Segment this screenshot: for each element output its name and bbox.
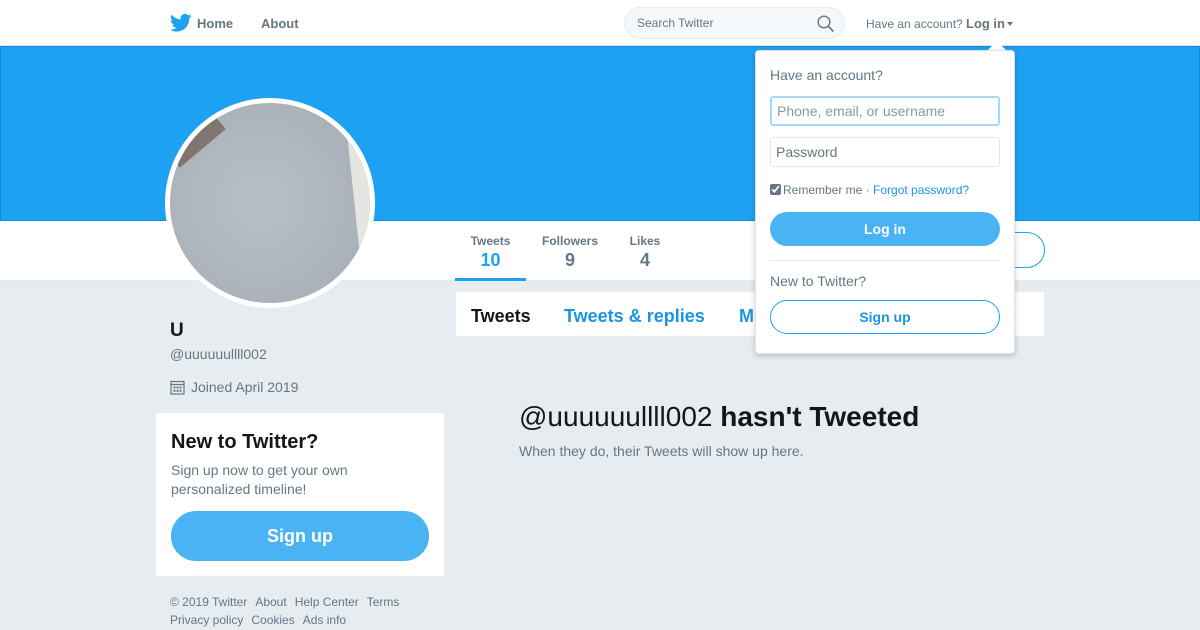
- login-button[interactable]: Log in: [770, 212, 1000, 246]
- tab-media[interactable]: M: [739, 306, 754, 327]
- calendar-icon: [170, 380, 185, 395]
- login-dropdown-toggle[interactable]: Log in: [966, 16, 1013, 31]
- dropdown-divider: [770, 260, 1000, 261]
- empty-timeline-subtitle: When they do, their Tweets will show up …: [519, 443, 804, 459]
- footer-terms-link[interactable]: Terms: [367, 595, 400, 609]
- profile-handle[interactable]: @uuuuuullll002: [170, 346, 267, 362]
- stat-likes-value[interactable]: 4: [620, 250, 670, 271]
- footer-links: © 2019 Twitter About Help Center Terms Priva…: [170, 593, 450, 629]
- remember-separator: ·: [862, 183, 874, 197]
- search-input[interactable]: [637, 16, 807, 30]
- tab-tweets-replies[interactable]: Tweets & replies: [564, 306, 705, 327]
- have-account-text: Have an account?: [866, 17, 963, 31]
- profile-avatar[interactable]: [165, 98, 375, 308]
- footer-copyright: © 2019 Twitter: [170, 595, 248, 609]
- joined-text: Joined April 2019: [191, 379, 299, 395]
- twitter-bird-icon[interactable]: [170, 13, 192, 33]
- dropdown-signup-button[interactable]: Sign up: [770, 300, 1000, 334]
- stat-followers[interactable]: Followers 9: [535, 234, 605, 271]
- tab-tweets[interactable]: Tweets: [471, 306, 531, 327]
- stat-likes-label[interactable]: Likes: [620, 234, 670, 248]
- dropdown-new-to-twitter: New to Twitter?: [770, 273, 867, 289]
- top-nav: Home About Have an account? Log in: [0, 0, 1200, 46]
- empty-timeline-title-text: hasn't Tweeted: [720, 401, 920, 432]
- remember-me-row: Remember me · Forgot password?: [770, 183, 969, 197]
- nav-home-link[interactable]: Home: [197, 16, 233, 31]
- caret-down-icon[interactable]: [1007, 21, 1013, 26]
- stat-followers-value[interactable]: 9: [535, 250, 605, 271]
- signup-card-text: Sign up now to get your own personalized…: [171, 462, 348, 497]
- empty-timeline-handle: @uuuuuullll002: [519, 401, 713, 432]
- avatar-image[interactable]: [170, 103, 370, 303]
- username-field[interactable]: [770, 96, 1000, 126]
- footer-about-link[interactable]: About: [255, 595, 286, 609]
- stat-likes[interactable]: Likes 4: [620, 234, 670, 271]
- stat-tweets-value[interactable]: 10: [455, 250, 526, 271]
- empty-timeline-title: @uuuuuullll002 hasn't Tweeted: [519, 401, 919, 433]
- footer-cookies-link[interactable]: Cookies: [251, 613, 294, 627]
- footer-privacy-link[interactable]: Privacy policy: [170, 613, 243, 627]
- signup-card: New to Twitter? Sign up now to get your …: [156, 413, 444, 576]
- profile-name[interactable]: U: [170, 320, 184, 342]
- login-toggle-label[interactable]: Log in: [966, 16, 1005, 31]
- stat-followers-label[interactable]: Followers: [535, 234, 605, 248]
- remember-me-label[interactable]: Remember me: [783, 183, 862, 197]
- dropdown-heading: Have an account?: [770, 67, 883, 83]
- password-field[interactable]: [770, 137, 1000, 167]
- forgot-password-link[interactable]: Forgot password?: [873, 183, 969, 197]
- stat-tweets-label[interactable]: Tweets: [455, 234, 526, 248]
- search-icon[interactable]: [817, 15, 834, 32]
- signup-card-button[interactable]: Sign up: [171, 511, 429, 561]
- search-box[interactable]: [624, 7, 845, 39]
- dropdown-caret: [988, 41, 1006, 50]
- signup-card-title: New to Twitter?: [171, 431, 319, 453]
- footer-help-link[interactable]: Help Center: [295, 595, 359, 609]
- stat-tweets[interactable]: Tweets 10: [455, 234, 526, 281]
- login-dropdown: Have an account? Remember me · Forgot pa…: [755, 50, 1015, 354]
- remember-me-checkbox[interactable]: [770, 184, 781, 195]
- joined-date: Joined April 2019: [170, 379, 298, 395]
- nav-about-link[interactable]: About: [261, 16, 299, 31]
- footer-ads-link[interactable]: Ads info: [303, 613, 346, 627]
